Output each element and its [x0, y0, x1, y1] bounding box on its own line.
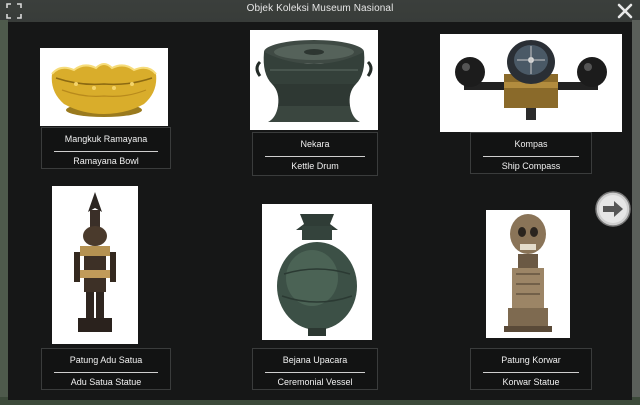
collection-item-ramayana-bowl[interactable]: Mangkuk Ramayana Ramayana Bowl: [8, 22, 218, 202]
item-name-indonesian: Patung Adu Satua: [69, 355, 143, 365]
korwar-statue-image: [486, 210, 570, 338]
item-name-english: Kettle Drum: [291, 161, 339, 171]
caption-divider: [54, 151, 158, 152]
collection-item-ceremonial-vessel[interactable]: Bejana Upacara Ceremonial Vessel: [218, 182, 418, 400]
next-page-button[interactable]: [594, 190, 632, 228]
item-name-english: Adu Satua Statue: [70, 377, 142, 387]
item-caption: Bejana Upacara Ceremonial Vessel: [252, 348, 378, 390]
close-icon[interactable]: [616, 2, 634, 20]
caption-divider: [265, 372, 365, 373]
item-name-english: Korwar Statue: [502, 377, 560, 387]
item-name-indonesian: Kompas: [514, 139, 548, 149]
bronze-drum-image: [250, 30, 378, 130]
collection-panel: Mangkuk Ramayana Ramayana Bowl Nekara Ke…: [8, 22, 632, 400]
caption-divider: [54, 372, 158, 373]
collection-item-adu-satua-statue[interactable]: Patung Adu Satua Adu Satua Statue: [8, 182, 218, 400]
background-right-edge: [632, 20, 640, 405]
item-name-english: Ship Compass: [501, 161, 561, 171]
caption-divider: [483, 156, 579, 157]
item-name-english: Ramayana Bowl: [73, 156, 139, 166]
collection-item-korwar-statue[interactable]: Patung Korwar Korwar Statue: [418, 182, 602, 400]
caption-divider: [483, 372, 579, 373]
item-name-indonesian: Mangkuk Ramayana: [64, 134, 148, 144]
item-caption: Patung Korwar Korwar Statue: [470, 348, 592, 390]
background-left-edge: [0, 20, 8, 405]
item-name-indonesian: Nekara: [300, 139, 330, 149]
collection-item-kettle-drum[interactable]: Nekara Kettle Drum: [218, 22, 418, 202]
golden-bowl-image: [40, 48, 168, 126]
collection-item-ship-compass[interactable]: Kompas Ship Compass: [418, 22, 632, 202]
item-caption: Patung Adu Satua Adu Satua Statue: [41, 348, 171, 390]
item-name-english: Ceremonial Vessel: [277, 377, 353, 387]
item-name-indonesian: Bejana Upacara: [282, 355, 348, 365]
bronze-vessel-image: [262, 204, 372, 340]
item-name-indonesian: Patung Korwar: [501, 355, 561, 365]
window-title: Objek Koleksi Museum Nasional: [246, 3, 394, 14]
item-caption: Mangkuk Ramayana Ramayana Bowl: [41, 127, 171, 169]
wooden-statue-image: [52, 186, 138, 344]
ship-compass-image: [440, 34, 622, 132]
caption-divider: [265, 156, 365, 157]
title-bar: Objek Koleksi Museum Nasional: [0, 0, 640, 22]
item-caption: Kompas Ship Compass: [470, 132, 592, 174]
item-caption: Nekara Kettle Drum: [252, 132, 378, 176]
